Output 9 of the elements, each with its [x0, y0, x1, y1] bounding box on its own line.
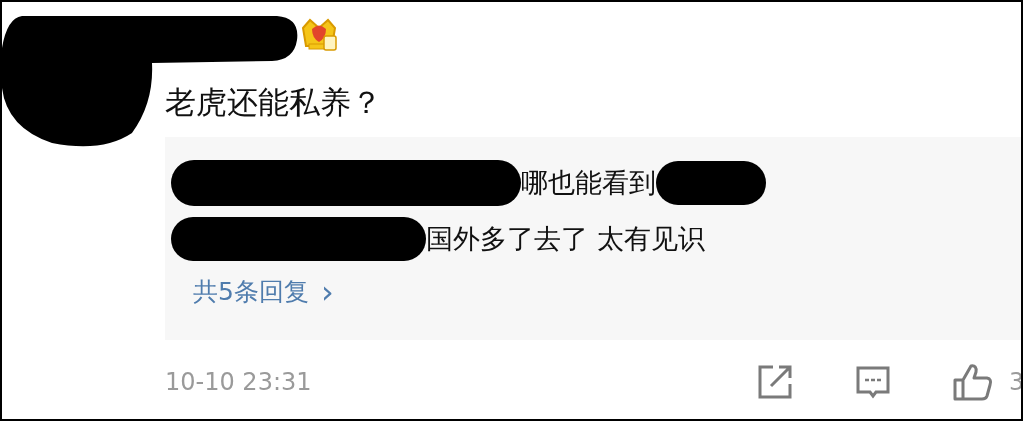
reply-text: 国外多了去了 太有见识: [426, 221, 705, 256]
share-icon[interactable]: [757, 364, 793, 400]
more-replies-link[interactable]: 共5条回复 ›: [193, 273, 334, 311]
timestamp: 10-10 23:31: [165, 367, 312, 398]
comment-icon[interactable]: [855, 364, 891, 400]
reply-text: 哪也能看到: [521, 165, 656, 200]
crown-icon: [300, 16, 338, 52]
thumbs-up-icon[interactable]: [953, 363, 993, 401]
comment-text: 老虎还能私养？: [165, 83, 383, 122]
